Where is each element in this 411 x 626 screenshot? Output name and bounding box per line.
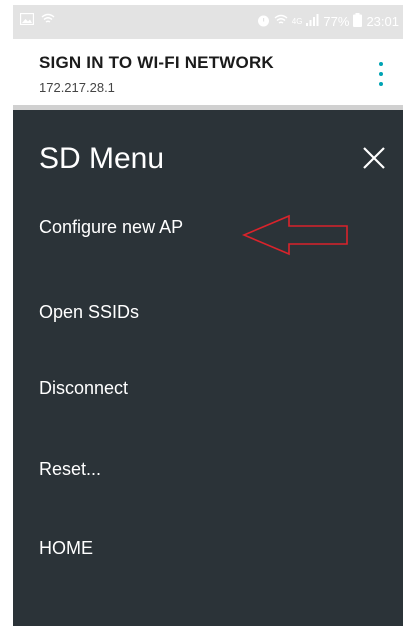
menu-item-disconnect[interactable]: Disconnect — [39, 378, 128, 399]
close-icon[interactable] — [361, 145, 387, 171]
menu-item-configure-new-ap[interactable]: Configure new AP — [39, 217, 183, 238]
overflow-menu-icon[interactable] — [373, 62, 389, 86]
alarm-icon — [257, 14, 270, 30]
menu-title: SD Menu — [39, 142, 165, 175]
status-right: 4G 77% 23:01 — [257, 13, 399, 30]
phone-screen: 4G 77% 23:01 SIGN IN TO WI-FI NETWORK 17… — [13, 5, 403, 626]
status-bar: 4G 77% 23:01 — [13, 5, 403, 39]
status-left — [19, 12, 55, 28]
page-title: SIGN IN TO WI-FI NETWORK — [39, 53, 274, 72]
network-type: 4G — [291, 17, 303, 26]
annotation-arrow-icon — [241, 214, 351, 256]
clock: 23:01 — [366, 14, 399, 29]
menu-item-reset[interactable]: Reset... — [39, 459, 101, 480]
image-icon — [19, 12, 35, 28]
battery-percent: 77% — [323, 14, 350, 29]
menu-item-open-ssids[interactable]: Open SSIDs — [39, 302, 139, 323]
captive-portal-header: SIGN IN TO WI-FI NETWORK 172.217.28.1 — [13, 39, 403, 105]
sd-menu: SD Menu Configure new AP Open SSIDs Disc… — [13, 110, 403, 626]
wifi-calling-icon — [274, 14, 288, 29]
battery-icon — [353, 13, 363, 30]
wifi-icon — [41, 13, 55, 28]
signal-icon — [306, 14, 319, 29]
menu-item-home[interactable]: HOME — [39, 538, 93, 559]
page-address: 172.217.28.1 — [39, 80, 115, 95]
